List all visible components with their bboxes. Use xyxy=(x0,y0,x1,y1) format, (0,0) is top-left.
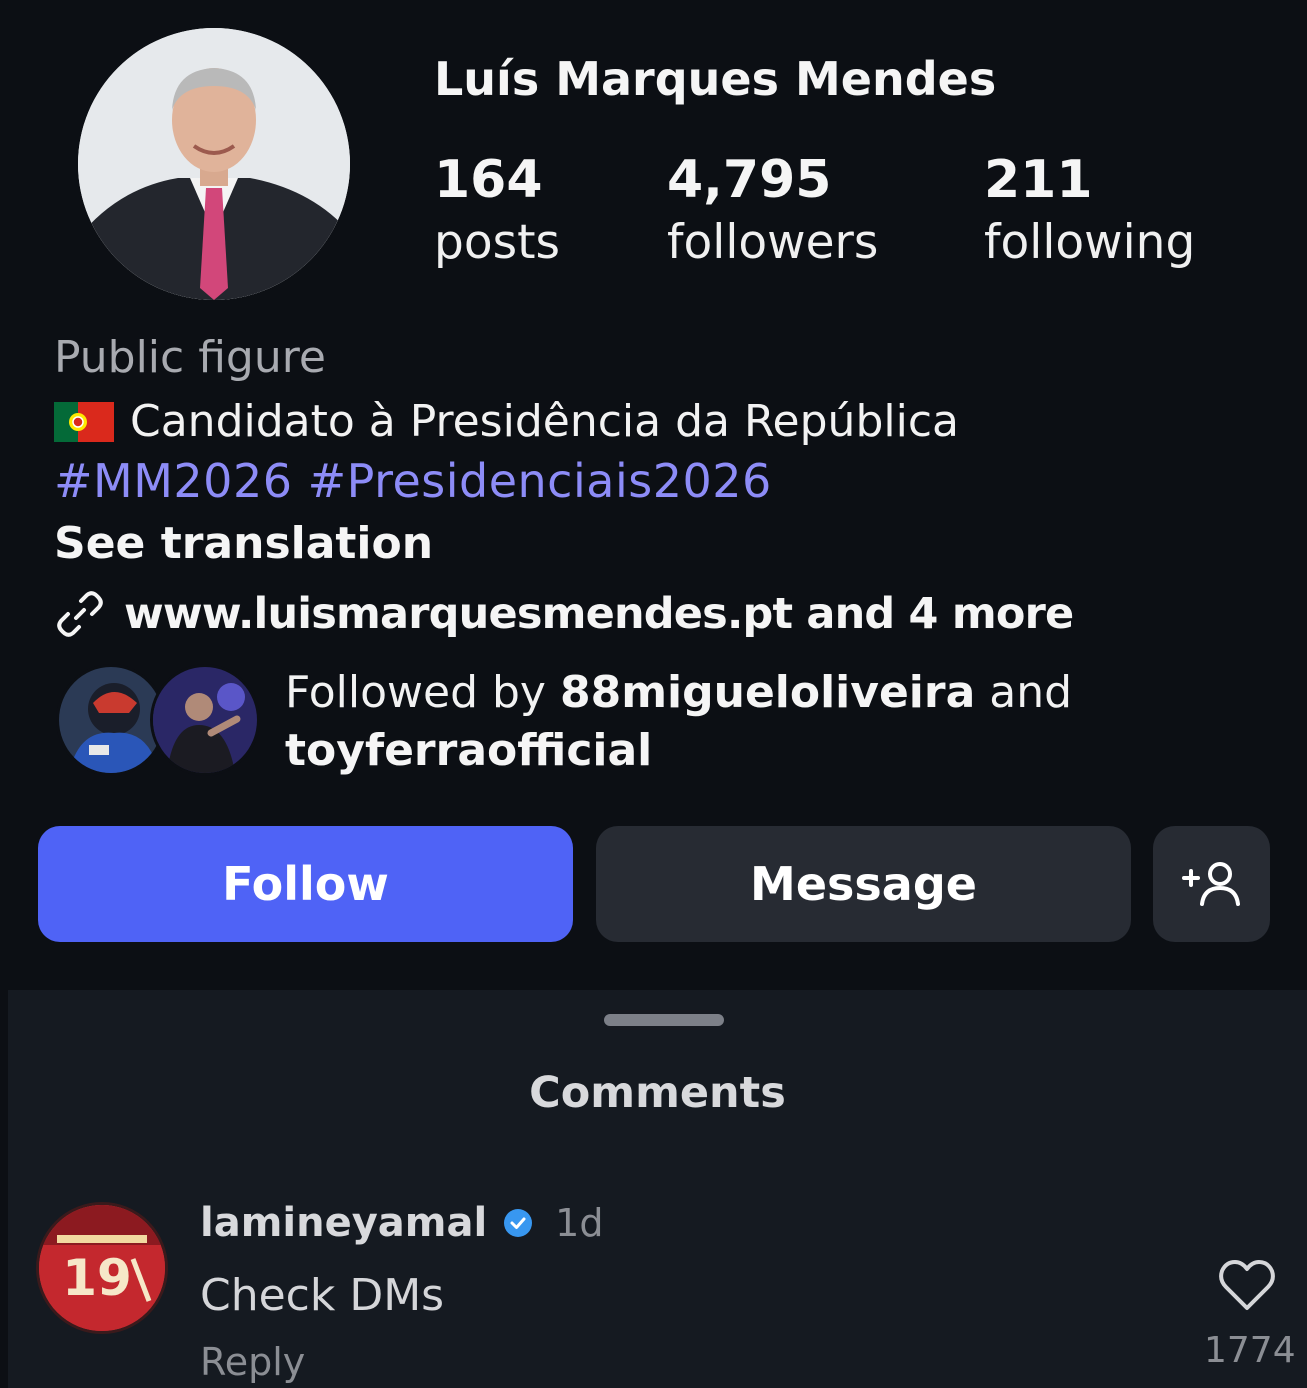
comments-sheet: Comments 19 lamineyamal 1d Check DMs Rep… xyxy=(8,990,1307,1388)
followed-by-user-2[interactable]: toyferraofficial xyxy=(285,725,652,776)
followed-by-prefix: Followed by xyxy=(285,667,560,718)
follower-avatar-2[interactable] xyxy=(150,664,260,776)
bio-line: Candidato à Presidência da República xyxy=(54,396,959,447)
followers-label: followers xyxy=(667,215,879,270)
stat-followers[interactable]: 4,795 followers xyxy=(667,150,878,276)
profile-avatar[interactable] xyxy=(78,28,350,300)
profile-header: Luís Marques Mendes 164 posts 4,795 foll… xyxy=(0,0,1307,990)
portugal-flag-icon xyxy=(54,401,114,442)
commenter-avatar[interactable]: 19 xyxy=(36,1202,168,1334)
follow-button[interactable]: Follow xyxy=(38,826,573,942)
followed-by-connector: and xyxy=(975,667,1073,718)
profile-link-text: www.luismarquesmendes.pt and 4 more xyxy=(124,589,1074,639)
reply-button[interactable]: Reply xyxy=(200,1340,305,1384)
posts-count: 164 xyxy=(434,150,543,210)
follow-button-label: Follow xyxy=(222,857,389,911)
followers-count: 4,795 xyxy=(667,150,832,210)
profile-name: Luís Marques Mendes xyxy=(434,52,997,106)
stat-posts[interactable]: 164 posts xyxy=(434,150,560,276)
stat-following[interactable]: 211 following xyxy=(984,150,1195,276)
commenter-avatar-number: 19 xyxy=(62,1249,132,1307)
followed-by-user-1[interactable]: 88migueloliveira xyxy=(560,667,975,718)
bio-hashtags[interactable]: #MM2026 #Presidenciais2026 xyxy=(54,454,772,508)
add-person-icon xyxy=(1181,862,1240,906)
profile-category: Public figure xyxy=(54,332,326,383)
see-translation-link[interactable]: See translation xyxy=(54,518,433,569)
posts-label: posts xyxy=(434,215,560,270)
following-count: 211 xyxy=(984,150,1093,210)
sheet-drag-handle[interactable] xyxy=(604,1014,724,1026)
link-icon xyxy=(57,591,103,637)
comment-header: lamineyamal 1d xyxy=(200,1200,603,1246)
message-button[interactable]: Message xyxy=(596,826,1131,942)
following-label: following xyxy=(984,215,1196,270)
followed-by-text[interactable]: Followed by 88migueloliveira and toyferr… xyxy=(285,664,1185,780)
message-button-label: Message xyxy=(750,857,977,911)
profile-link[interactable]: www.luismarquesmendes.pt and 4 more xyxy=(54,588,1074,640)
bio-text: Candidato à Presidência da República xyxy=(130,396,959,447)
like-heart-icon[interactable] xyxy=(1218,1258,1276,1312)
suggest-people-button[interactable] xyxy=(1153,826,1270,942)
comment-text: Check DMs xyxy=(200,1270,445,1321)
commenter-username[interactable]: lamineyamal xyxy=(200,1200,487,1246)
like-count: 1774 xyxy=(1204,1330,1296,1371)
comment-time: 1d xyxy=(555,1201,604,1245)
comments-title: Comments xyxy=(529,1068,786,1118)
verified-badge-icon xyxy=(504,1209,533,1237)
